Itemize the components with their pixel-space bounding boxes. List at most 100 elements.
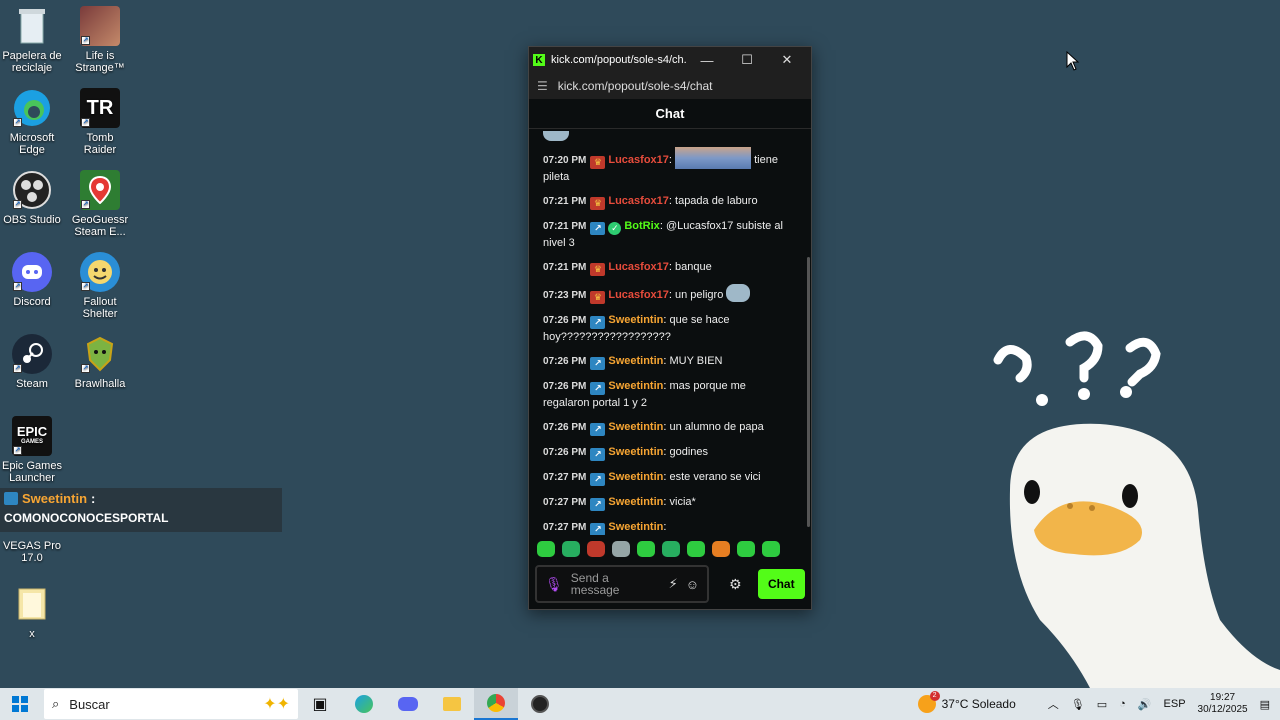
- chat-message[interactable]: 07:26 PM ↗ Sweetintin: que se hace hoy????…: [543, 312, 791, 345]
- taskbar-edge-icon[interactable]: [342, 688, 386, 720]
- emoji-icon[interactable]: ☺: [686, 577, 699, 592]
- chat-message[interactable]: 07:20 PM ♛ Lucasfox17: tiene pileta: [543, 147, 791, 185]
- desktop-icon-brawlhalla[interactable]: ↗ Brawlhalla: [69, 334, 131, 390]
- weather-widget[interactable]: 2 37°C Soleado: [917, 691, 1016, 713]
- quick-emote[interactable]: [762, 541, 780, 557]
- taskbar-file-explorer-icon[interactable]: [430, 688, 474, 720]
- window-titlebar[interactable]: K kick.com/popout/sole-s4/ch... — ☐ ✕: [529, 47, 811, 73]
- message-username[interactable]: Lucasfox17: [608, 289, 669, 301]
- message-username[interactable]: Sweetintin: [608, 446, 663, 458]
- chat-message[interactable]: 07:21 PM ♛ Lucasfox17: tapada de laburo: [543, 193, 791, 210]
- microphone-icon[interactable]: 🎙: [545, 576, 563, 593]
- message-time: 07:21 PM: [543, 262, 587, 273]
- chat-message[interactable]: 07:27 PM↗Sweetintin: COMONOCONOCESPORTAL: [543, 519, 791, 535]
- microphone-tray-icon[interactable]: 🎙: [1071, 698, 1085, 711]
- message-username[interactable]: Lucasfox17: [608, 154, 669, 166]
- minimize-button[interactable]: —: [687, 53, 727, 68]
- message-username[interactable]: Lucasfox17: [608, 195, 669, 207]
- shortcut-arrow-icon: ↗: [13, 446, 22, 455]
- clock[interactable]: 19:27 30/12/2025: [1198, 692, 1248, 716]
- verified-badge-icon: ✓: [608, 222, 622, 235]
- chat-message[interactable]: 07:21 PM ↗ ✓ BotRix: @Lucasfox17 subiste al…: [543, 218, 791, 251]
- close-button[interactable]: ✕: [767, 52, 807, 68]
- chat-message[interactable]: 07:27 PM ↗ Sweetintin: vicia*: [543, 494, 791, 511]
- start-button[interactable]: [0, 696, 40, 712]
- volume-icon[interactable]: 🔊: [1138, 698, 1152, 711]
- shortcut-arrow-icon: ↗: [81, 118, 90, 127]
- message-username[interactable]: BotRix: [624, 220, 659, 232]
- kick-logo-icon: K: [533, 54, 545, 66]
- desktop-icon-label: GeoGuessr Steam E...: [71, 214, 129, 238]
- desktop-icon-epic-games[interactable]: EPIC GAMES ↗ Epic Games Launcher: [1, 416, 63, 484]
- taskbar-discord-icon[interactable]: [386, 688, 430, 720]
- desktop-icon-tomb-raider[interactable]: TR ↗ Tomb Raider: [69, 88, 131, 156]
- task-view-icon[interactable]: ▣: [298, 688, 342, 720]
- chat-message[interactable]: 07:26 PM ↗ Sweetintin: mas porque me regal…: [543, 378, 791, 411]
- chat-input[interactable]: 🎙 Send a message ⚡ ☺: [535, 565, 709, 603]
- message-text: MUY BIEN: [669, 355, 723, 367]
- search-icon: ⌕: [52, 696, 60, 711]
- quick-emote[interactable]: [537, 541, 555, 557]
- taskbar-chrome-icon[interactable]: [474, 688, 518, 720]
- send-chat-button[interactable]: Chat: [757, 569, 805, 599]
- message-time: 07:20 PM: [543, 155, 587, 166]
- search-label: Buscar: [69, 696, 110, 712]
- gear-icon[interactable]: ⚙: [729, 576, 742, 593]
- message-username[interactable]: Sweetintin: [608, 314, 663, 326]
- url-bar[interactable]: ☰ kick.com/popout/sole-s4/chat: [529, 73, 811, 99]
- quick-emote[interactable]: [737, 541, 755, 557]
- desktop-icon-folder-x[interactable]: x: [1, 584, 63, 640]
- quick-emote[interactable]: [612, 541, 630, 557]
- chat-message[interactable]: 07:26 PM ↗ Sweetintin: MUY BIEN: [543, 353, 791, 370]
- language-indicator[interactable]: ESP: [1164, 698, 1186, 710]
- chevron-up-icon[interactable]: ︿: [1048, 696, 1059, 712]
- site-settings-icon[interactable]: ☰: [537, 79, 548, 93]
- chat-messages[interactable]: 07:20 PM ♛ Lucasfox17: tiene pileta 07:21 P…: [529, 131, 805, 535]
- message-username[interactable]: Sweetintin: [608, 380, 663, 392]
- chat-message[interactable]: 07:27 PM ↗ Sweetintin: este verano se vici: [543, 469, 791, 486]
- chat-input-row: 🎙 Send a message ⚡ ☺ ⚙ Chat: [535, 565, 805, 603]
- taskbar-obs-icon[interactable]: [518, 688, 562, 720]
- kick-emote-icon[interactable]: ⚡: [669, 576, 678, 592]
- display-icon[interactable]: ▭: [1097, 698, 1107, 711]
- maximize-button[interactable]: ☐: [727, 52, 767, 68]
- quick-emote[interactable]: [662, 541, 680, 557]
- message-emote-image: [675, 147, 752, 169]
- folder-icon: [12, 584, 52, 624]
- message-time: 07:27 PM: [543, 522, 587, 533]
- clock-time: 19:27: [1210, 692, 1236, 703]
- desktop-icon-steam[interactable]: ↗ Steam: [1, 334, 63, 390]
- desktop-icon-recycle-bin[interactable]: Papelera de reciclaje: [1, 6, 63, 74]
- chat-message[interactable]: 07:26 PM ↗ Sweetintin: godines: [543, 444, 791, 461]
- message-time: 07:21 PM: [543, 196, 587, 207]
- quick-emote[interactable]: [587, 541, 605, 557]
- chat-message[interactable]: 07:23 PM ♛ Lucasfox17: un peligro: [543, 284, 791, 304]
- message-username[interactable]: Lucasfox17: [608, 261, 669, 273]
- desktop-icon-life-is-strange[interactable]: ↗ Life is Strange™: [69, 6, 131, 74]
- message-text: un alumno de papa: [669, 421, 764, 433]
- quick-emote[interactable]: [562, 541, 580, 557]
- quick-emote[interactable]: [687, 541, 705, 557]
- desktop-icon-fallout-shelter[interactable]: ↗ Fallout Shelter: [69, 252, 131, 320]
- quick-emote[interactable]: [637, 541, 655, 557]
- desktop-icon-obs[interactable]: ↗ OBS Studio: [1, 170, 63, 226]
- taskbar-search[interactable]: ⌕ Buscar ✦✦: [44, 689, 298, 719]
- message-username[interactable]: Sweetintin: [608, 355, 663, 367]
- weather-badge: 2: [929, 691, 940, 701]
- desktop-icon-edge[interactable]: ↗ Microsoft Edge: [1, 88, 63, 156]
- network-icon[interactable]: ◔: [1119, 698, 1126, 710]
- message-username[interactable]: Sweetintin: [608, 521, 663, 533]
- user-badge-icon: ↗: [590, 423, 606, 436]
- user-badge-icon: ↗: [590, 382, 606, 395]
- desktop-icon-discord[interactable]: ↗ Discord: [1, 252, 63, 308]
- chat-message[interactable]: 07:26 PM ↗ Sweetintin: un alumno de papa: [543, 419, 791, 436]
- desktop-icon-label: Tomb Raider: [83, 132, 117, 156]
- message-username[interactable]: Sweetintin: [608, 421, 663, 433]
- message-username[interactable]: Sweetintin: [608, 471, 663, 483]
- desktop-icon-geoguessr[interactable]: ↗ GeoGuessr Steam E...: [69, 170, 131, 238]
- quick-emote[interactable]: [712, 541, 730, 557]
- message-username[interactable]: Sweetintin: [608, 496, 663, 508]
- chat-scrollbar[interactable]: [807, 257, 810, 527]
- chat-message[interactable]: 07:21 PM ♛ Lucasfox17: banque: [543, 259, 791, 276]
- notification-icon[interactable]: ▤: [1260, 698, 1270, 711]
